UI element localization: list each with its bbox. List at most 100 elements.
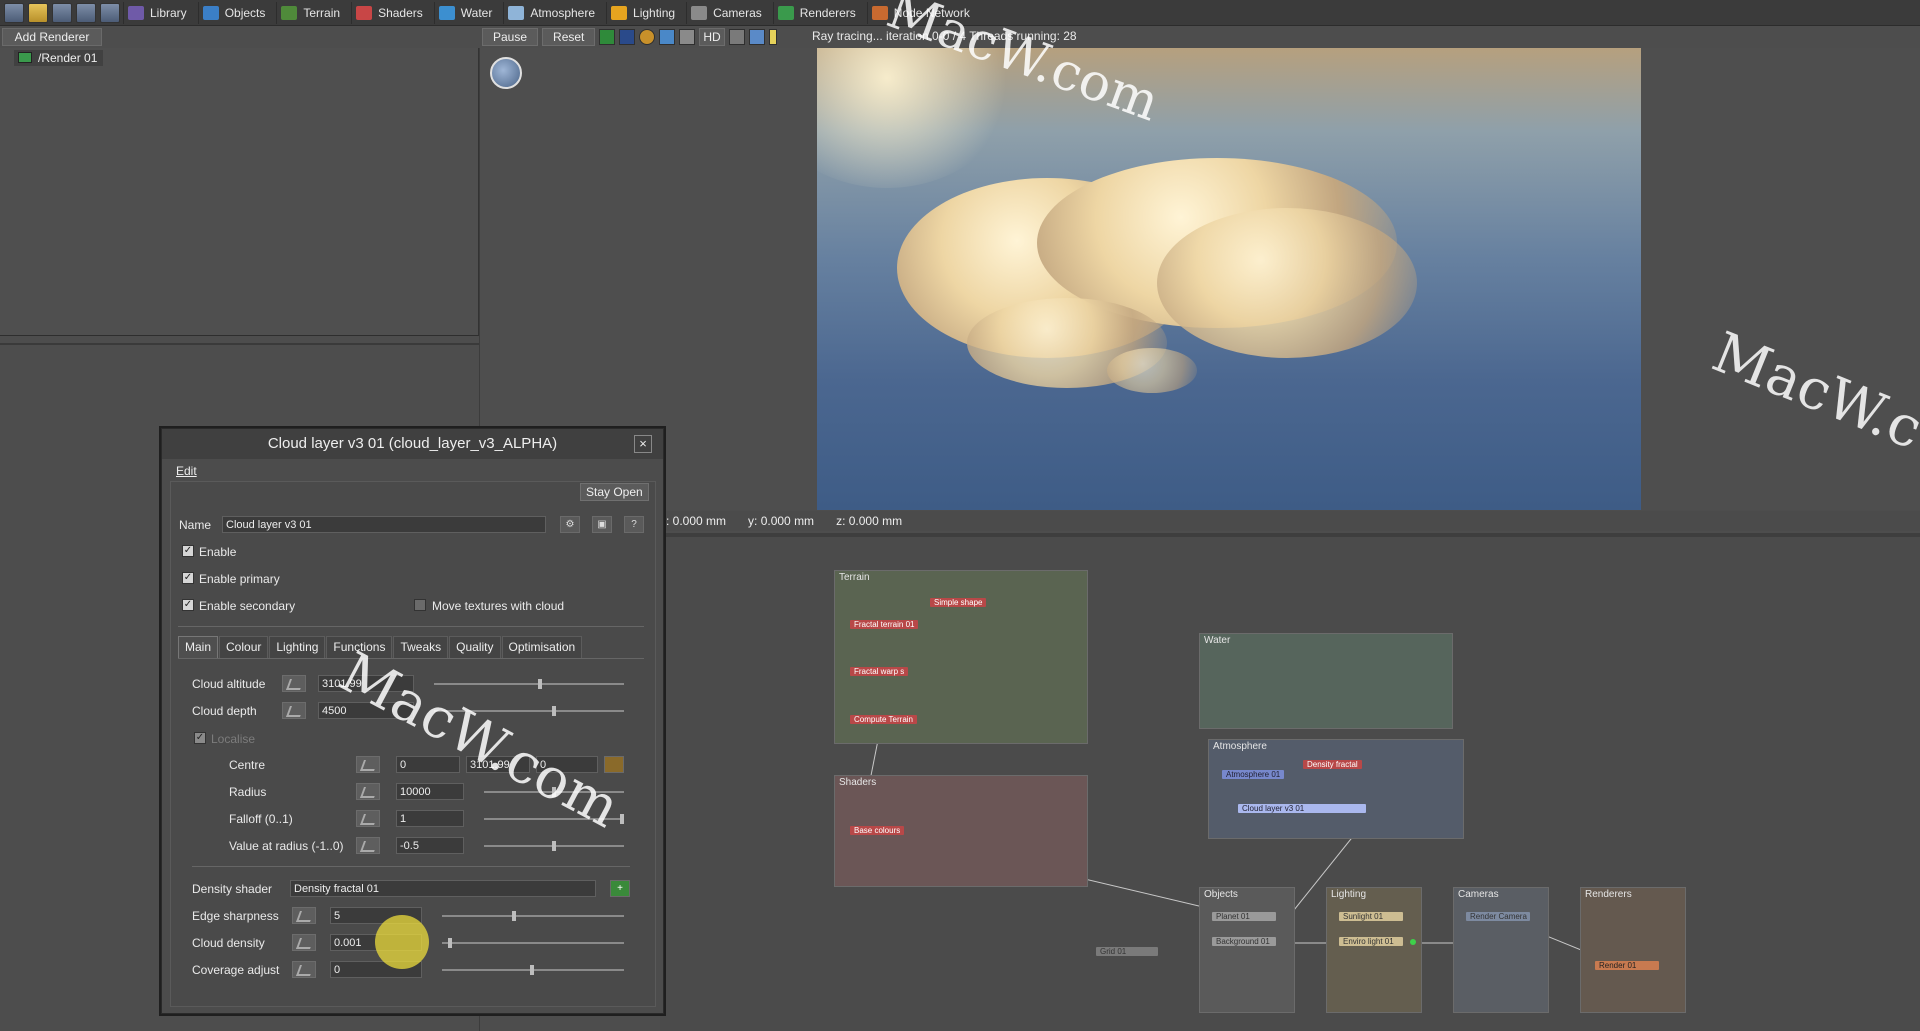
node-network-view[interactable]: Terrain Shaders Water Atmosphere Objects… bbox=[660, 537, 1920, 1031]
hd-button[interactable]: HD bbox=[699, 28, 725, 46]
toolbar-tab-label: Library bbox=[150, 5, 187, 20]
tab-colour[interactable]: Colour bbox=[219, 636, 269, 658]
gear-icon[interactable] bbox=[679, 29, 696, 45]
coord-y: y: 0.000 mm bbox=[748, 514, 815, 528]
tab-optimisation[interactable]: Optimisation bbox=[501, 636, 583, 658]
node-render[interactable]: Render 01 bbox=[1595, 961, 1659, 970]
node-simple-shape[interactable]: Simple shape bbox=[930, 598, 987, 607]
density-shader-field[interactable]: Density fractal 01 bbox=[290, 880, 596, 897]
function-button-icon[interactable] bbox=[282, 702, 306, 719]
3d-preview-icon[interactable] bbox=[100, 2, 120, 23]
node-density-fractal[interactable]: Density fractal bbox=[1303, 760, 1362, 769]
edge-sharpness-slider[interactable] bbox=[442, 911, 624, 921]
sky-icon[interactable] bbox=[659, 29, 676, 45]
node-fractal-terrain[interactable]: Fractal terrain 01 bbox=[850, 620, 919, 629]
toolbar-tab-cameras[interactable]: Cameras bbox=[686, 1, 770, 24]
tab-lighting[interactable]: Lighting bbox=[269, 636, 326, 658]
node-fractal-warp[interactable]: Fractal warp s bbox=[850, 667, 909, 676]
cloud-density-slider[interactable] bbox=[442, 938, 624, 948]
radius-label: Radius bbox=[229, 785, 267, 799]
tab-main[interactable]: Main bbox=[178, 636, 219, 658]
node-atmosphere[interactable]: Atmosphere 01 bbox=[1222, 770, 1285, 779]
node-grid[interactable]: Grid 01 bbox=[1096, 947, 1158, 956]
render-icon[interactable] bbox=[76, 2, 96, 23]
value-at-radius-field[interactable]: -0.5 bbox=[396, 837, 464, 854]
toolbar-tab-water[interactable]: Water bbox=[433, 1, 501, 24]
cloud-density-label: Cloud density bbox=[192, 936, 265, 950]
tab-tweaks[interactable]: Tweaks bbox=[393, 636, 449, 658]
gear-icon[interactable]: ⚙ bbox=[560, 516, 580, 533]
radius-field[interactable]: 10000 bbox=[396, 783, 464, 800]
falloff-field[interactable]: 1 bbox=[396, 810, 464, 827]
enable-checkbox[interactable]: ✓ bbox=[182, 545, 194, 557]
renderer-list-item[interactable]: /Render 01 bbox=[14, 50, 104, 66]
cameras-group[interactable]: Cameras bbox=[1453, 887, 1549, 1013]
function-button-icon[interactable] bbox=[356, 837, 380, 854]
toolbar-tab-renderers[interactable]: Renderers bbox=[772, 1, 864, 24]
help-icon[interactable]: ? bbox=[624, 516, 644, 533]
render-blue-icon[interactable] bbox=[619, 29, 636, 45]
node-sunlight[interactable]: Sunlight 01 bbox=[1339, 912, 1403, 921]
toolbar-tab-atmosphere[interactable]: Atmosphere bbox=[503, 1, 603, 24]
globe-icon[interactable] bbox=[490, 57, 522, 89]
stay-open-button[interactable]: Stay Open bbox=[580, 483, 649, 501]
pause-button[interactable]: Pause bbox=[482, 28, 539, 46]
function-button-icon[interactable] bbox=[356, 810, 380, 827]
water-group[interactable]: Water bbox=[1199, 633, 1453, 729]
toolbar-tab-terrain[interactable]: Terrain bbox=[276, 1, 348, 24]
new-file-icon[interactable] bbox=[4, 2, 24, 23]
lighting-group[interactable]: Lighting bbox=[1326, 887, 1422, 1013]
open-folder-icon[interactable] bbox=[28, 2, 48, 23]
reset-button[interactable]: Reset bbox=[542, 28, 596, 46]
density-shader-label: Density shader bbox=[192, 882, 273, 896]
color-swatch-icon[interactable] bbox=[768, 29, 777, 45]
brush-icon[interactable] bbox=[728, 29, 745, 45]
add-shader-icon[interactable]: + bbox=[610, 880, 630, 897]
thumbnail-icon[interactable]: ▣ bbox=[592, 516, 612, 533]
toolbar-tab-shaders[interactable]: Shaders bbox=[351, 1, 431, 24]
function-button-icon[interactable] bbox=[292, 907, 316, 924]
node-background[interactable]: Background 01 bbox=[1212, 937, 1276, 946]
people-icon[interactable] bbox=[748, 29, 765, 45]
renderers-group[interactable]: Renderers bbox=[1580, 887, 1686, 1013]
function-button-icon[interactable] bbox=[356, 783, 380, 800]
save-icon[interactable] bbox=[52, 2, 72, 23]
atmosphere-group[interactable]: Atmosphere bbox=[1208, 739, 1464, 839]
toolbar-tab-label: Shaders bbox=[378, 5, 423, 20]
function-button-icon[interactable] bbox=[292, 934, 316, 951]
enable-primary-checkbox[interactable]: ✓ bbox=[182, 572, 194, 584]
toolbar-tab-lighting[interactable]: Lighting bbox=[606, 1, 683, 24]
node-cloud-layer[interactable]: Cloud layer v3 01 bbox=[1238, 804, 1366, 813]
cloud-shape bbox=[1107, 348, 1197, 393]
toolbar-tab-objects[interactable]: Objects bbox=[197, 1, 274, 24]
name-field[interactable]: Cloud layer v3 01 bbox=[222, 516, 546, 533]
function-button-icon[interactable] bbox=[292, 961, 316, 978]
value-at-radius-slider[interactable] bbox=[484, 841, 624, 851]
function-button-icon[interactable] bbox=[282, 675, 306, 692]
node-compute-terrain[interactable]: Compute Terrain bbox=[850, 715, 917, 724]
toolbar-tab-library[interactable]: Library bbox=[123, 1, 195, 24]
localise-label: Localise bbox=[211, 732, 256, 746]
panel-splitter[interactable] bbox=[0, 343, 479, 345]
close-button[interactable]: × bbox=[634, 435, 652, 453]
cursor-highlight bbox=[375, 915, 429, 969]
cloud-altitude-slider[interactable] bbox=[434, 679, 624, 689]
node-render-camera[interactable]: Render Camera bbox=[1466, 912, 1530, 921]
terrain-icon bbox=[281, 5, 298, 20]
function-button-icon[interactable] bbox=[356, 756, 380, 773]
node-enviro-light[interactable]: Enviro light 01 bbox=[1339, 937, 1403, 946]
enable-secondary-checkbox[interactable]: ✓ bbox=[182, 599, 194, 611]
render-image bbox=[817, 48, 1641, 510]
node-base-colours[interactable]: Base colours bbox=[850, 826, 905, 835]
render-green-icon[interactable] bbox=[599, 29, 616, 45]
node-planet[interactable]: Planet 01 bbox=[1212, 912, 1276, 921]
toolbar-tab-label: Water bbox=[460, 5, 493, 20]
edit-menu[interactable]: Edit bbox=[176, 464, 197, 478]
objects-group[interactable]: Objects bbox=[1199, 887, 1295, 1013]
sun-icon[interactable] bbox=[639, 29, 656, 45]
move-textures-checkbox[interactable] bbox=[414, 599, 426, 611]
tab-quality[interactable]: Quality bbox=[449, 636, 501, 658]
add-renderer-button[interactable]: Add Renderer bbox=[2, 28, 102, 46]
coverage-adjust-slider[interactable] bbox=[442, 965, 624, 975]
localise-checkbox[interactable]: ✓ bbox=[194, 732, 206, 744]
